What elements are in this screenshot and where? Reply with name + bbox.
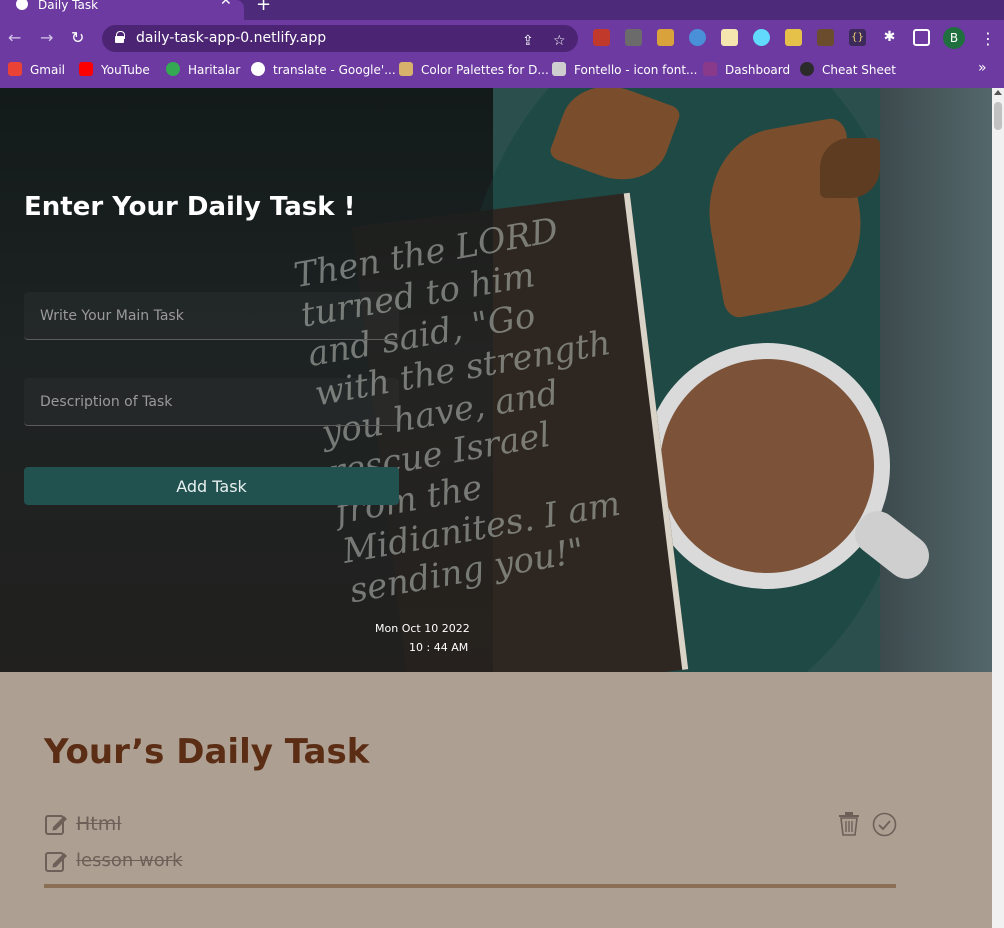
address-bar[interactable]: daily-task-app-0.netlify.app ⇪ ☆: [102, 25, 578, 52]
colorpick-extension-icon[interactable]: [785, 29, 802, 46]
youtube-icon: [79, 62, 93, 76]
google-icon: [251, 62, 265, 76]
bookmark-color-palettes[interactable]: Color Palettes for D...: [399, 61, 549, 79]
scroll-up-arrow-icon[interactable]: [994, 90, 1002, 95]
cheatsheet-icon: [800, 62, 814, 76]
bookmark-dashboard[interactable]: Dashboard: [703, 61, 790, 79]
task-list-divider: [44, 884, 896, 888]
browser-tab[interactable]: Daily Task ✕: [0, 0, 244, 20]
description-input[interactable]: [24, 378, 399, 425]
profile-avatar[interactable]: B: [943, 27, 965, 49]
back-arrow-icon[interactable]: ←: [8, 28, 21, 47]
fontello-icon: [552, 62, 566, 76]
leaf-image: [820, 138, 880, 198]
close-icon[interactable]: ✕: [220, 0, 232, 8]
bookmark-fontello[interactable]: Fontello - icon font...: [552, 61, 698, 79]
forward-arrow-icon[interactable]: →: [40, 28, 53, 47]
tasks-title: Your’s Daily Task: [44, 732, 370, 772]
dashboard-icon: [703, 62, 717, 76]
notes-extension-icon[interactable]: [721, 29, 738, 46]
puzzle-extensions-icon[interactable]: ✱: [881, 29, 898, 46]
bookmark-translate[interactable]: translate - Google'...: [251, 61, 396, 79]
tab-title: Daily Task: [38, 0, 99, 12]
browser-chrome: Daily Task ✕ + ← → ↻ daily-task-app-0.ne…: [0, 0, 1004, 88]
edit-icon[interactable]: [44, 812, 68, 836]
scrollbar[interactable]: [992, 88, 1004, 928]
page-title: Enter Your Daily Task !: [24, 192, 356, 222]
coffee-image: [660, 359, 874, 573]
task-title: Html: [76, 813, 122, 835]
json-extension-icon[interactable]: {}: [849, 29, 866, 46]
bookmark-youtube[interactable]: YouTube: [79, 61, 150, 79]
react-extension-icon[interactable]: [753, 29, 770, 46]
edit-icon[interactable]: [44, 849, 68, 873]
description-field[interactable]: [24, 378, 399, 426]
task-item[interactable]: lesson work: [44, 849, 444, 875]
add-task-button[interactable]: Add Task: [24, 467, 399, 505]
js-extension-icon[interactable]: [657, 29, 674, 46]
adblock-extension-icon[interactable]: [593, 29, 610, 46]
task-title: lesson work: [76, 850, 183, 871]
bookmark-haritalar[interactable]: Haritalar: [166, 61, 240, 79]
dev-extension-icon[interactable]: [817, 29, 834, 46]
bookmark-gmail[interactable]: Gmail: [8, 61, 65, 79]
reload-icon[interactable]: ↻: [71, 28, 84, 47]
sidepanel-icon[interactable]: [913, 29, 930, 46]
check-circle-icon[interactable]: [872, 812, 897, 837]
current-date: Mon Oct 10 2022: [375, 622, 470, 635]
hero-section: Then the LORD turned to him and said, "G…: [0, 88, 992, 672]
url-text: daily-task-app-0.netlify.app: [136, 30, 327, 46]
bookmark-star-icon[interactable]: ☆: [553, 28, 566, 55]
more-menu-icon[interactable]: ⋮: [980, 29, 996, 48]
globe-icon: [16, 0, 28, 10]
trash-icon[interactable]: [838, 812, 860, 836]
cloth-image: [880, 88, 992, 672]
lock-icon: [115, 31, 125, 43]
gmail-icon: [8, 62, 22, 76]
scrollbar-thumb[interactable]: [994, 102, 1002, 130]
maps-icon: [166, 62, 180, 76]
vue-extension-icon[interactable]: [625, 29, 642, 46]
task-input[interactable]: [24, 292, 399, 339]
current-time: 10 : 44 AM: [409, 641, 469, 654]
bookmark-cheat-sheet[interactable]: Cheat Sheet: [800, 61, 896, 79]
ethereum-extension-icon[interactable]: [689, 29, 706, 46]
palette-icon: [399, 62, 413, 76]
new-tab-icon[interactable]: +: [256, 0, 271, 15]
share-icon[interactable]: ⇪: [522, 28, 534, 55]
task-item[interactable]: Html: [44, 812, 444, 838]
task-field[interactable]: [24, 292, 399, 340]
bookmarks-overflow-icon[interactable]: »: [978, 60, 987, 76]
